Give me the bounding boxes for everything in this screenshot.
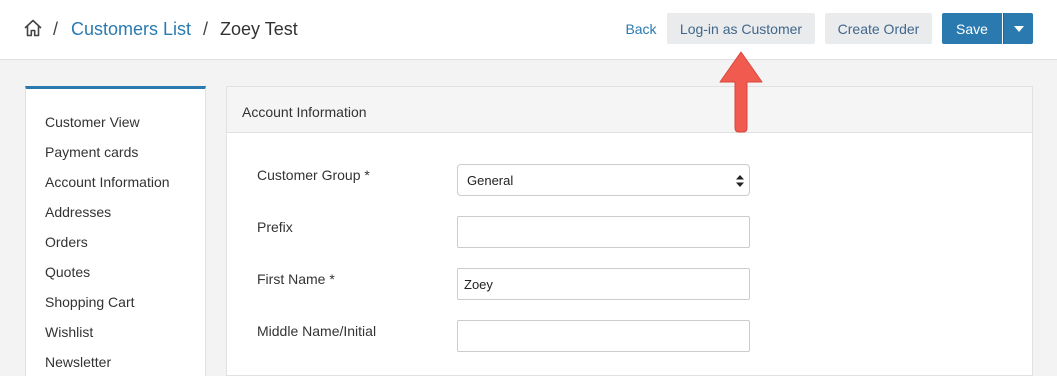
sidebar-item-quotes[interactable]: Quotes [45, 264, 90, 280]
breadcrumb-separator: / [203, 19, 209, 39]
breadcrumb-customers-list-link[interactable]: Customers List [71, 19, 191, 40]
save-button[interactable]: Save [942, 13, 1002, 44]
sidebar-item-orders[interactable]: Orders [45, 234, 88, 250]
breadcrumb-separator: / [53, 19, 59, 39]
save-dropdown-button[interactable] [1003, 13, 1033, 44]
back-button[interactable]: Back [620, 13, 662, 44]
caret-down-icon [1013, 25, 1024, 32]
select-arrows-icon [736, 175, 744, 187]
panel-header: Account Information [227, 87, 1032, 133]
page-title: Zoey Test [220, 19, 298, 39]
sidebar-item-newsletter[interactable]: Newsletter [45, 354, 111, 370]
annotation-arrow-icon [719, 51, 763, 133]
sidebar-item-payment-cards[interactable]: Payment cards [45, 144, 138, 160]
account-information-panel: Account Information Customer Group * Gen… [226, 86, 1033, 376]
customer-group-select[interactable]: General [457, 164, 750, 196]
create-order-button[interactable]: Create Order [825, 13, 932, 44]
sidebar-item-wishlist[interactable]: Wishlist [45, 324, 93, 340]
customer-group-label: Customer Group * [257, 167, 370, 183]
first-name-label: First Name * [257, 271, 335, 287]
sidebar-item-customer-view[interactable]: Customer View [45, 114, 140, 130]
customer-group-selected-value: General [467, 173, 514, 188]
login-as-customer-button[interactable]: Log-in as Customer [667, 13, 815, 44]
page-header: / Customers List / Zoey Test Back Log-in… [0, 0, 1057, 60]
sidebar-item-addresses[interactable]: Addresses [45, 204, 111, 220]
customer-sidebar-nav: Customer View Payment cards Account Info… [25, 86, 206, 376]
sidebar-item-shopping-cart[interactable]: Shopping Cart [45, 294, 135, 310]
prefix-input[interactable] [457, 216, 750, 248]
first-name-input[interactable] [457, 268, 750, 300]
panel-title: Account Information [242, 104, 367, 120]
prefix-label: Prefix [257, 219, 293, 235]
middle-name-label: Middle Name/Initial [257, 323, 377, 339]
middle-name-input[interactable] [457, 320, 750, 352]
sidebar-item-account-information[interactable]: Account Information [45, 174, 170, 190]
home-icon[interactable] [23, 18, 43, 38]
